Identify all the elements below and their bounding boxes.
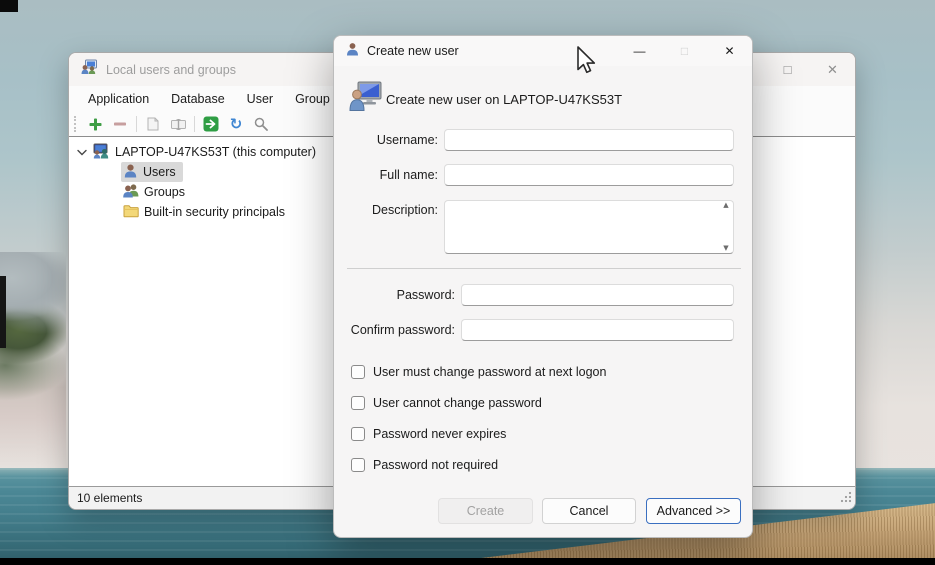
toolbar-grip bbox=[74, 116, 78, 132]
screen-corner-black bbox=[0, 0, 18, 12]
password-input[interactable] bbox=[461, 284, 734, 306]
tree-item-label: Users bbox=[143, 165, 176, 179]
refresh-glyph: ↻ bbox=[230, 117, 243, 132]
scroll-down-icon[interactable]: ▼ bbox=[723, 245, 728, 252]
menu-application[interactable]: Application bbox=[77, 89, 160, 109]
rename-button[interactable] bbox=[169, 115, 187, 134]
status-text: 10 elements bbox=[77, 491, 142, 505]
menu-user[interactable]: User bbox=[236, 89, 284, 109]
new-document-button[interactable] bbox=[144, 115, 162, 134]
checkbox-label: Password not required bbox=[373, 458, 498, 472]
resize-grip[interactable] bbox=[839, 490, 852, 506]
close-button[interactable]: ✕ bbox=[810, 53, 855, 86]
wallpaper-rocky-hill bbox=[0, 252, 66, 470]
user-icon bbox=[346, 42, 359, 61]
username-input[interactable] bbox=[444, 129, 734, 151]
menu-database[interactable]: Database bbox=[160, 89, 236, 109]
search-icon[interactable] bbox=[252, 115, 270, 134]
advanced-button[interactable]: Advanced >> bbox=[646, 498, 741, 524]
checkbox-password-never-expires[interactable]: Password never expires bbox=[351, 426, 506, 442]
desktop: Local users and groups — □ ✕ Application… bbox=[0, 0, 935, 565]
checkbox-label: User cannot change password bbox=[373, 396, 542, 410]
checkbox-must-change-password[interactable]: User must change password at next logon bbox=[351, 364, 606, 380]
tree-selection: Users bbox=[121, 162, 183, 182]
folder-icon bbox=[123, 204, 139, 221]
toolbar-separator bbox=[136, 116, 137, 132]
add-button[interactable] bbox=[86, 115, 104, 134]
minimize-button[interactable]: — bbox=[617, 36, 662, 66]
username-label: Username: bbox=[334, 129, 438, 151]
window-title: Local users and groups bbox=[106, 63, 236, 77]
computer-users-icon bbox=[92, 143, 110, 162]
maximize-button[interactable]: □ bbox=[765, 53, 810, 86]
toolbar-separator bbox=[194, 116, 195, 132]
remove-button[interactable] bbox=[111, 115, 129, 134]
chevron-down-icon bbox=[77, 145, 87, 159]
tree-selection: Groups bbox=[121, 182, 192, 202]
app-users-icon bbox=[81, 59, 98, 80]
mouse-cursor bbox=[576, 46, 598, 81]
checkbox-password-not-required[interactable]: Password not required bbox=[351, 457, 498, 473]
full-name-label: Full name: bbox=[334, 164, 438, 186]
description-label: Description: bbox=[334, 203, 438, 217]
apply-button[interactable] bbox=[202, 115, 220, 134]
create-new-user-dialog: Create new user — □ ✕ Create new user on… bbox=[333, 35, 753, 538]
scroll-up-icon[interactable]: ▲ bbox=[723, 202, 728, 209]
checkbox-icon[interactable] bbox=[351, 458, 365, 472]
checkbox-icon[interactable] bbox=[351, 427, 365, 441]
tree-item-label: Built-in security principals bbox=[144, 205, 285, 219]
dialog-title: Create new user bbox=[367, 44, 459, 58]
confirm-password-label: Confirm password: bbox=[334, 319, 455, 341]
full-name-input[interactable] bbox=[444, 164, 734, 186]
description-input[interactable] bbox=[444, 200, 734, 254]
checkbox-icon[interactable] bbox=[351, 396, 365, 410]
tree-item-label: LAPTOP-U47KS53T (this computer) bbox=[115, 145, 316, 159]
checkbox-label: Password never expires bbox=[373, 427, 506, 441]
tree-item-label: Groups bbox=[144, 185, 185, 199]
dialog-window-controls: — □ ✕ bbox=[617, 36, 752, 66]
checkbox-label: User must change password at next logon bbox=[373, 365, 606, 379]
screen-bottom-black bbox=[0, 558, 935, 565]
checkbox-icon[interactable] bbox=[351, 365, 365, 379]
cancel-button[interactable]: Cancel bbox=[542, 498, 636, 524]
tree-selection: Built-in security principals bbox=[121, 203, 292, 222]
create-button[interactable]: Create bbox=[438, 498, 533, 524]
user-computer-icon bbox=[349, 81, 383, 116]
refresh-icon[interactable]: ↻ bbox=[227, 115, 245, 134]
section-divider bbox=[347, 268, 741, 269]
checkbox-cannot-change-password[interactable]: User cannot change password bbox=[351, 395, 542, 411]
close-button[interactable]: ✕ bbox=[707, 36, 752, 66]
maximize-button: □ bbox=[662, 36, 707, 66]
password-label: Password: bbox=[334, 284, 455, 306]
dialog-heading: Create new user on LAPTOP-U47KS53T bbox=[386, 92, 622, 107]
screen-edge-black bbox=[0, 276, 6, 348]
dialog-title-bar: Create new user — □ ✕ bbox=[334, 36, 752, 66]
description-scrollbar[interactable]: ▲ ▼ bbox=[720, 202, 732, 252]
confirm-password-input[interactable] bbox=[461, 319, 734, 341]
user-icon bbox=[123, 163, 138, 181]
group-icon bbox=[123, 183, 139, 201]
